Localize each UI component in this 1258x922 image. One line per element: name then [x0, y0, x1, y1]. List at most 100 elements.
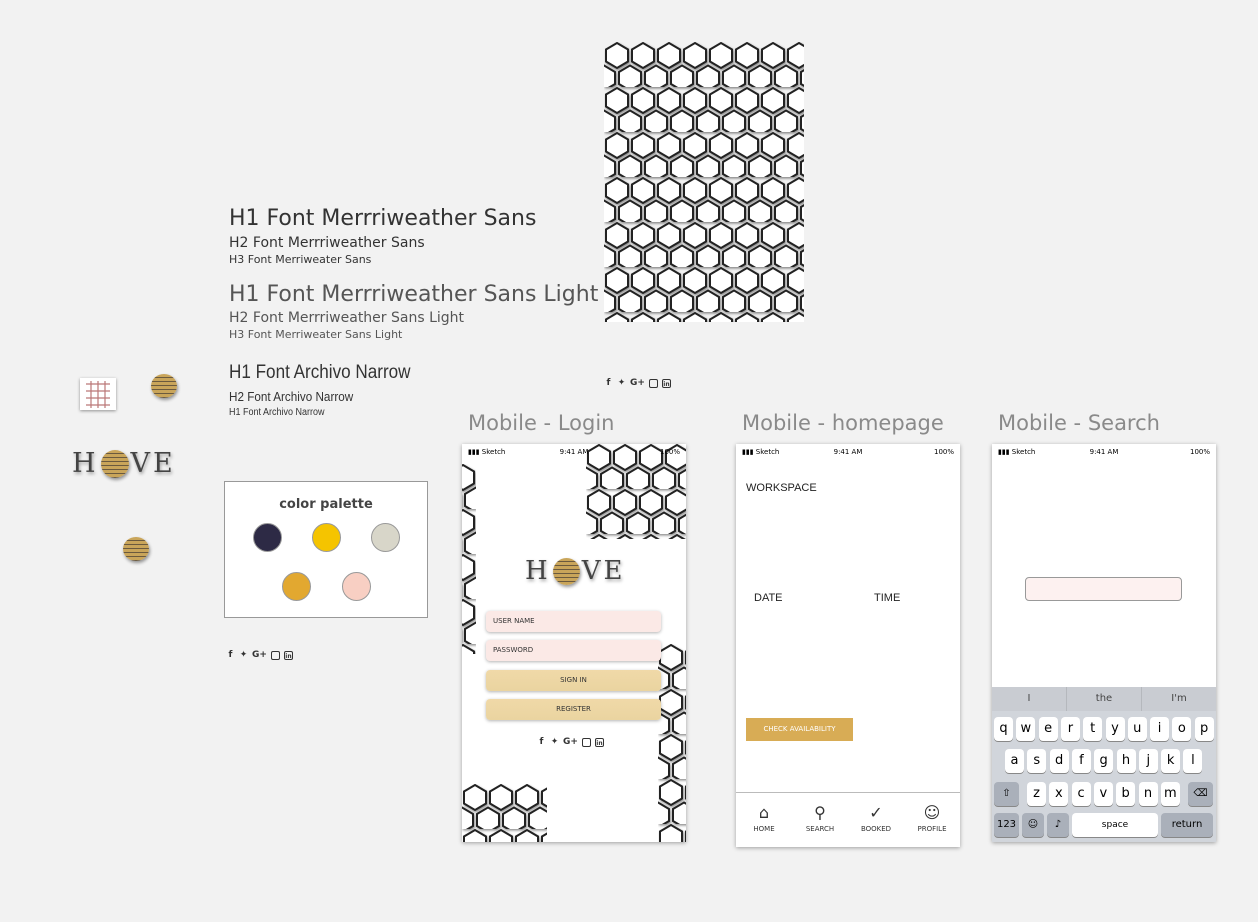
key-d[interactable]: d	[1049, 749, 1069, 773]
logo-text: H	[525, 556, 551, 586]
linkedin-icon[interactable]: in	[283, 650, 293, 660]
time-label[interactable]: TIME	[874, 592, 900, 604]
emoji-key[interactable]: ☺	[1022, 813, 1044, 837]
mobile-login-screen: ▮▮▮ Sketch 9:41 AM 100% H VE USER NAME P…	[462, 444, 686, 842]
google-plus-icon[interactable]: G+	[252, 650, 267, 660]
color-palette-card: color palette	[224, 481, 428, 618]
nav-label: SEARCH	[805, 825, 835, 833]
frame-title-homepage: Mobile - homepage	[742, 411, 944, 435]
nav-profile[interactable]: ☺ PROFILE	[904, 793, 960, 847]
key-e[interactable]: e	[1038, 717, 1058, 741]
key-b[interactable]: b	[1116, 782, 1136, 806]
mobile-homepage-screen: ▮▮▮ Sketch 9:41 AM 100% WORKSPACE DATE T…	[736, 444, 960, 847]
password-input[interactable]: PASSWORD	[486, 640, 661, 661]
facebook-icon[interactable]: f	[537, 737, 546, 747]
nav-label: PROFILE	[917, 825, 947, 833]
key-v[interactable]: v	[1093, 782, 1113, 806]
key-o[interactable]: o	[1172, 717, 1192, 741]
key-y[interactable]: y	[1105, 717, 1125, 741]
nav-home[interactable]: ⌂ HOME	[736, 793, 792, 847]
swatch-navy	[253, 523, 282, 552]
mic-key[interactable]: ♪	[1047, 813, 1069, 837]
key-a[interactable]: a	[1005, 749, 1024, 773]
hive-logo: H VE	[525, 556, 625, 586]
instagram-icon[interactable]	[270, 650, 280, 660]
bottom-nav: ⌂ HOME ⚲ SEARCH ✓ BOOKED ☺ PROFILE	[736, 792, 960, 847]
frame-title-login: Mobile - Login	[468, 411, 615, 435]
suggestion-item[interactable]: I	[992, 687, 1067, 711]
logo-text: H	[72, 448, 99, 479]
status-time: 9:41 AM	[833, 448, 863, 456]
linkedin-icon[interactable]: in	[661, 378, 671, 388]
suggestion-item[interactable]: I'm	[1142, 687, 1216, 711]
instagram-icon[interactable]	[648, 378, 658, 388]
check-availability-button[interactable]: CHECK AVAILABILITY	[746, 718, 853, 741]
key-g[interactable]: g	[1094, 749, 1114, 773]
nav-booked[interactable]: ✓ BOOKED	[848, 793, 904, 847]
instagram-icon[interactable]	[581, 737, 591, 747]
hive-icon	[552, 557, 580, 585]
key-m[interactable]: m	[1160, 782, 1180, 806]
google-plus-icon[interactable]: G+	[630, 378, 645, 388]
swatch-yellow	[312, 523, 341, 552]
key-j[interactable]: j	[1138, 749, 1158, 773]
frame-title-search: Mobile - Search	[998, 411, 1160, 435]
key-c[interactable]: c	[1071, 782, 1091, 806]
sign-in-button[interactable]: SIGN IN	[486, 670, 661, 691]
key-p[interactable]: p	[1194, 717, 1214, 741]
type-merri-h1: H1 Font Merrriweather Sans	[229, 206, 537, 231]
twitter-icon[interactable]: ✦	[239, 650, 248, 660]
status-time: 9:41 AM	[559, 448, 589, 456]
key-l[interactable]: l	[1183, 749, 1203, 773]
return-key[interactable]: return	[1161, 813, 1213, 837]
battery-label: 100%	[1189, 448, 1210, 456]
status-bar: ▮▮▮ Sketch 9:41 AM 100%	[462, 444, 686, 458]
register-button[interactable]: REGISTER	[486, 699, 661, 720]
key-q[interactable]: q	[994, 717, 1013, 741]
key-x[interactable]: x	[1049, 782, 1069, 806]
key-w[interactable]: w	[1016, 717, 1036, 741]
logo-text: VE	[581, 556, 626, 586]
hive-icon	[100, 449, 129, 478]
search-input[interactable]	[1025, 577, 1182, 601]
type-light-h3: H3 Font Merriweater Sans Light	[229, 328, 403, 341]
key-h[interactable]: h	[1116, 749, 1136, 773]
mobile-search-screen: ▮▮▮ Sketch 9:41 AM 100% I the I'm qwerty…	[992, 444, 1216, 842]
social-icons: f ✦ G+ in	[226, 650, 293, 660]
key-k[interactable]: k	[1161, 749, 1181, 773]
swatch-peach	[342, 572, 371, 601]
user-icon: ☺	[923, 803, 941, 822]
key-s[interactable]: s	[1027, 749, 1047, 773]
battery-label: 100%	[659, 448, 680, 456]
social-icons: f ✦ G+ in	[537, 737, 604, 747]
nav-label: BOOKED	[860, 825, 892, 833]
type-merri-h2: H2 Font Merrriweather Sans	[229, 235, 425, 251]
backspace-key[interactable]: ⌫	[1188, 782, 1213, 806]
key-f[interactable]: f	[1071, 749, 1091, 773]
facebook-icon[interactable]: f	[604, 378, 613, 388]
linkedin-icon[interactable]: in	[594, 737, 604, 747]
google-plus-icon[interactable]: G+	[563, 737, 578, 747]
space-key[interactable]: space	[1072, 813, 1158, 837]
facebook-icon[interactable]: f	[226, 650, 235, 660]
workspace-label[interactable]: WORKSPACE	[746, 482, 817, 494]
nav-label: HOME	[753, 825, 775, 833]
numbers-key[interactable]: 123	[994, 813, 1019, 837]
key-n[interactable]: n	[1138, 782, 1158, 806]
key-i[interactable]: i	[1150, 717, 1170, 741]
shift-key[interactable]: ⇧	[994, 782, 1019, 806]
grid-icon	[80, 378, 116, 410]
suggestion-item[interactable]: the	[1067, 687, 1142, 711]
username-input[interactable]: USER NAME	[486, 611, 661, 632]
twitter-icon[interactable]: ✦	[617, 378, 626, 388]
logo-text: VE	[130, 448, 176, 479]
twitter-icon[interactable]: ✦	[550, 737, 559, 747]
date-label[interactable]: DATE	[754, 592, 783, 604]
key-r[interactable]: r	[1060, 717, 1080, 741]
key-z[interactable]: z	[1027, 782, 1046, 806]
nav-search[interactable]: ⚲ SEARCH	[792, 793, 848, 847]
key-u[interactable]: u	[1127, 717, 1147, 741]
key-t[interactable]: t	[1083, 717, 1103, 741]
hive-icon	[151, 374, 177, 398]
suggestion-bar: I the I'm	[992, 687, 1216, 711]
